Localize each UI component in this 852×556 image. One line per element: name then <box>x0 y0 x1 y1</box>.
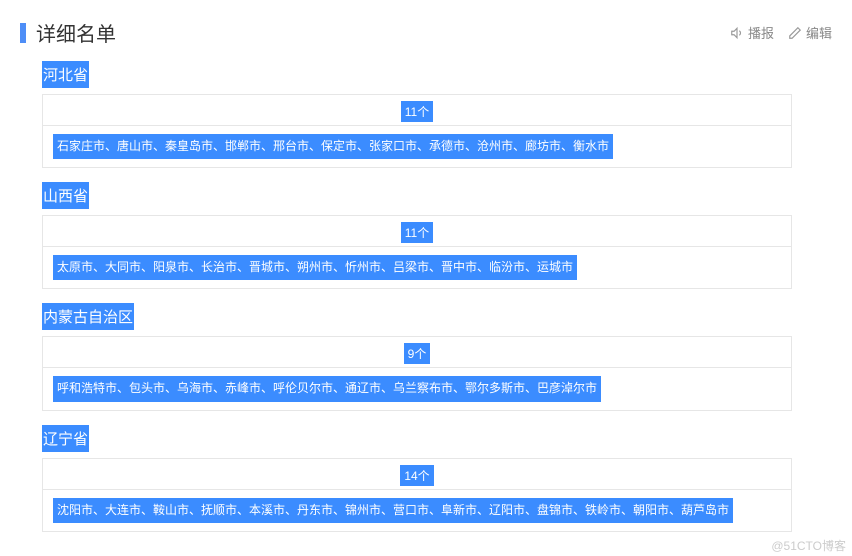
edit-button[interactable]: 编辑 <box>788 23 832 42</box>
count-row: 11个 <box>43 95 791 126</box>
city-list: 呼和浩特市、包头市、乌海市、赤峰市、呼伦贝尔市、通辽市、乌兰察布市、鄂尔多斯市、… <box>53 376 601 401</box>
province-section: 辽宁省 14个 沈阳市、大连市、鞍山市、抚顺市、本溪市、丹东市、锦州市、营口市、… <box>42 425 832 532</box>
city-list: 沈阳市、大连市、鞍山市、抚顺市、本溪市、丹东市、锦州市、营口市、阜新市、辽阳市、… <box>53 498 733 523</box>
city-count: 11个 <box>401 222 433 243</box>
cities-row: 呼和浩特市、包头市、乌海市、赤峰市、呼伦贝尔市、通辽市、乌兰察布市、鄂尔多斯市、… <box>43 368 791 409</box>
pencil-icon <box>788 26 802 40</box>
speaker-icon <box>730 26 744 40</box>
content-area: 河北省 11个 石家庄市、唐山市、秦皇岛市、邯郸市、邢台市、保定市、张家口市、承… <box>20 61 832 532</box>
city-count: 14个 <box>400 465 433 486</box>
city-list: 太原市、大同市、阳泉市、长治市、晋城市、朔州市、忻州市、吕梁市、晋中市、临汾市、… <box>53 255 577 280</box>
province-box: 11个 石家庄市、唐山市、秦皇岛市、邯郸市、邢台市、保定市、张家口市、承德市、沧… <box>42 94 792 168</box>
province-section: 山西省 11个 太原市、大同市、阳泉市、长治市、晋城市、朔州市、忻州市、吕梁市、… <box>42 182 832 289</box>
broadcast-button[interactable]: 播报 <box>730 23 774 42</box>
province-section: 内蒙古自治区 9个 呼和浩特市、包头市、乌海市、赤峰市、呼伦贝尔市、通辽市、乌兰… <box>42 303 832 410</box>
title-accent-bar <box>20 23 26 43</box>
province-name: 河北省 <box>42 61 89 88</box>
province-box: 11个 太原市、大同市、阳泉市、长治市、晋城市、朔州市、忻州市、吕梁市、晋中市、… <box>42 215 792 289</box>
cities-row: 沈阳市、大连市、鞍山市、抚顺市、本溪市、丹东市、锦州市、营口市、阜新市、辽阳市、… <box>43 490 791 531</box>
province-box: 9个 呼和浩特市、包头市、乌海市、赤峰市、呼伦贝尔市、通辽市、乌兰察布市、鄂尔多… <box>42 336 792 410</box>
province-box: 14个 沈阳市、大连市、鞍山市、抚顺市、本溪市、丹东市、锦州市、营口市、阜新市、… <box>42 458 792 532</box>
cities-row: 石家庄市、唐山市、秦皇岛市、邯郸市、邢台市、保定市、张家口市、承德市、沧州市、廊… <box>43 126 791 167</box>
province-section: 河北省 11个 石家庄市、唐山市、秦皇岛市、邯郸市、邢台市、保定市、张家口市、承… <box>42 61 832 168</box>
city-list: 石家庄市、唐山市、秦皇岛市、邯郸市、邢台市、保定市、张家口市、承德市、沧州市、廊… <box>53 134 613 159</box>
count-row: 14个 <box>43 459 791 490</box>
city-count: 9个 <box>404 343 431 364</box>
province-name: 辽宁省 <box>42 425 89 452</box>
page-header: 详细名单 播报 编辑 <box>20 18 832 47</box>
watermark: @51CTO博客 <box>771 537 846 554</box>
city-count: 11个 <box>401 101 433 122</box>
cities-row: 太原市、大同市、阳泉市、长治市、晋城市、朔州市、忻州市、吕梁市、晋中市、临汾市、… <box>43 247 791 288</box>
count-row: 11个 <box>43 216 791 247</box>
count-row: 9个 <box>43 337 791 368</box>
edit-label: 编辑 <box>806 23 832 42</box>
page-title: 详细名单 <box>36 18 116 47</box>
province-name: 内蒙古自治区 <box>42 303 134 330</box>
province-name: 山西省 <box>42 182 89 209</box>
broadcast-label: 播报 <box>748 23 774 42</box>
header-actions: 播报 编辑 <box>730 23 832 42</box>
